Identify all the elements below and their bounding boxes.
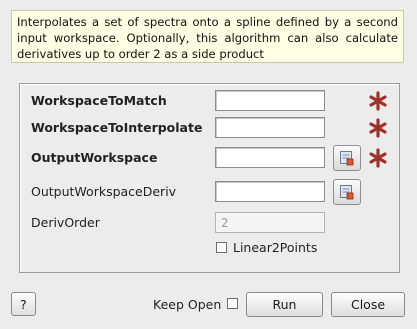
workspace-to-interpolate-label: WorkspaceToInterpolate — [31, 120, 203, 135]
workspace-to-interpolate-input[interactable] — [215, 117, 325, 138]
help-button[interactable]: ? — [11, 292, 36, 316]
output-workspace-deriv-label: OutputWorkspaceDeriv — [31, 184, 177, 199]
required-star-icon — [369, 91, 387, 111]
run-button[interactable]: Run — [246, 292, 323, 317]
output-workspace-deriv-browse-button[interactable] — [333, 179, 361, 205]
linear2points-label: Linear2Points — [233, 240, 318, 255]
workspace-browse-icon — [340, 185, 354, 200]
output-workspace-deriv-input[interactable] — [215, 181, 325, 202]
workspace-browse-icon — [340, 151, 354, 166]
properties-panel — [19, 83, 400, 273]
required-star-icon — [369, 148, 387, 168]
workspace-to-match-input[interactable] — [215, 90, 325, 111]
keep-open-checkbox[interactable] — [227, 298, 238, 309]
workspace-to-match-label: WorkspaceToMatch — [31, 93, 167, 108]
output-workspace-label: OutputWorkspace — [31, 150, 158, 165]
output-workspace-browse-button[interactable] — [333, 145, 361, 171]
required-star-icon — [369, 118, 387, 138]
close-button[interactable]: Close — [331, 292, 405, 317]
deriv-order-label: DerivOrder — [31, 215, 100, 230]
output-workspace-input[interactable] — [215, 147, 325, 168]
algorithm-description: Interpolates a set of spectra onto a spl… — [11, 10, 404, 63]
keep-open-label: Keep Open — [153, 297, 222, 312]
linear2points-checkbox[interactable] — [216, 242, 227, 253]
deriv-order-input[interactable] — [215, 212, 325, 233]
